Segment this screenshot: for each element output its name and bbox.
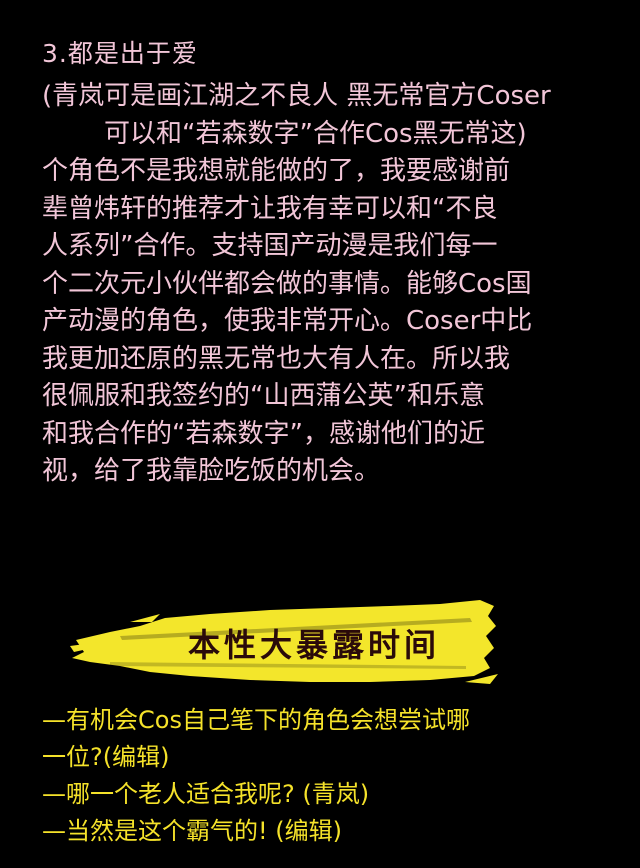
dialogue-block: —有机会Cos自己笔下的角色会想尝试哪 一位?(编辑) —哪一个老人适合我呢? …: [42, 702, 622, 850]
paragraph-line: 视，给了我靠脸吃饭的机会。: [42, 456, 381, 486]
paragraph-line: 个二次元小伙伴都会做的事情。能够Cos国: [42, 268, 532, 299]
paragraph-line: 和我合作的“若森数字”，感谢他们的近: [42, 418, 485, 449]
paragraph-line: 人系列”合作。支持国产动漫是我们每一: [42, 231, 498, 261]
dialogue-line: 一位?(编辑): [42, 743, 170, 771]
dialogue-line: —哪一个老人适合我呢? (青岚): [42, 780, 370, 808]
paragraph-line: 个角色不是我想就能做的了，我要感谢前: [42, 156, 511, 186]
paragraph-line: 产动漫的角色，使我非常开心。Coser中比: [42, 306, 533, 336]
body-paragraph: (青岚可是画江湖之不良人 黑无常官方Coser 可以和“若森数字”合作Cos黑无…: [42, 78, 622, 491]
banner-title: 本性大暴露时间: [188, 626, 441, 664]
section-banner: 本性大暴露时间: [70, 596, 500, 686]
section-heading: 3.都是出于爱: [42, 39, 198, 68]
dialogue-line: —当然是这个霸气的! (编辑): [42, 817, 342, 845]
paragraph-line: (青岚可是画江湖之不良人 黑无常官方Coser: [42, 81, 551, 111]
paragraph-line: 辈曾炜轩的推荐才让我有幸可以和“不良: [42, 193, 498, 224]
paragraph-line: 可以和“若森数字”合作Cos黑无常这): [104, 118, 527, 149]
paragraph-line: 我更加还原的黑无常也大有人在。所以我: [42, 343, 511, 374]
article-page: 3.都是出于爱 (青岚可是画江湖之不良人 黑无常官方Coser 可以和“若森数字…: [0, 0, 640, 868]
paragraph-line: 很佩服和我签约的“山西蒲公英”和乐意: [42, 381, 485, 411]
dialogue-line: —有机会Cos自己笔下的角色会想尝试哪: [42, 706, 470, 734]
